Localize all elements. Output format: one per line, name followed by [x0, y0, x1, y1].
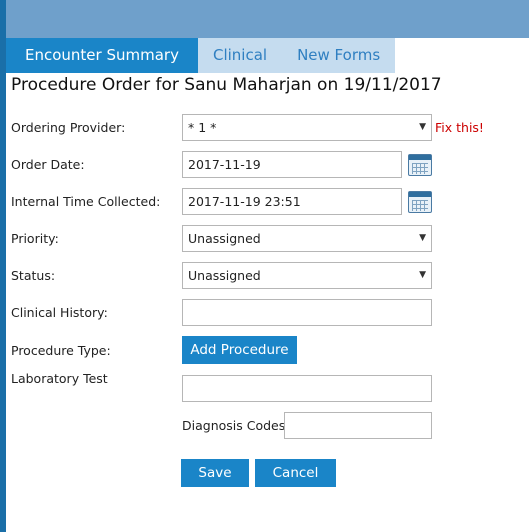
left-rail: [0, 0, 6, 532]
ordering-provider-select[interactable]: * 1 * ▼: [182, 114, 432, 141]
laboratory-test-input[interactable]: [182, 375, 432, 402]
status-value: Unassigned: [188, 268, 261, 283]
calendar-icon[interactable]: [408, 154, 432, 176]
order-date-input[interactable]: 2017-11-19: [182, 151, 402, 178]
tab-encounter-summary[interactable]: Encounter Summary: [6, 38, 198, 73]
ordering-provider-label: Ordering Provider:: [11, 120, 126, 135]
calendar-header: [409, 192, 431, 197]
priority-value: Unassigned: [188, 231, 261, 246]
status-select[interactable]: Unassigned ▼: [182, 262, 432, 289]
cancel-button[interactable]: Cancel: [255, 459, 336, 487]
save-button[interactable]: Save: [181, 459, 249, 487]
calendar-grid: [412, 163, 428, 174]
diagnosis-codes-input[interactable]: [284, 412, 432, 439]
page-title: Procedure Order for Sanu Maharjan on 19/…: [11, 75, 442, 95]
calendar-grid: [412, 200, 428, 211]
tab-bar: Encounter Summary Clinical New Forms: [6, 38, 396, 73]
laboratory-test-label: Laboratory Test: [11, 371, 108, 386]
calendar-header: [409, 155, 431, 160]
order-date-label: Order Date:: [11, 157, 85, 172]
internal-time-collected-input[interactable]: 2017-11-19 23:51: [182, 188, 402, 215]
tab-new-forms[interactable]: New Forms: [282, 38, 396, 73]
priority-select[interactable]: Unassigned ▼: [182, 225, 432, 252]
top-bar: [6, 0, 529, 38]
status-label: Status:: [11, 268, 56, 283]
ordering-provider-value: * 1 *: [188, 120, 217, 135]
clinical-history-label: Clinical History:: [11, 305, 108, 320]
chevron-down-icon: ▼: [419, 270, 426, 280]
clinical-history-input[interactable]: [182, 299, 432, 326]
priority-label: Priority:: [11, 231, 59, 246]
diagnosis-codes-label: Diagnosis Codes:: [182, 418, 290, 433]
tab-clinical[interactable]: Clinical: [197, 38, 283, 73]
procedure-type-label: Procedure Type:: [11, 343, 111, 358]
chevron-down-icon: ▼: [419, 233, 426, 243]
internal-time-collected-label: Internal Time Collected:: [11, 194, 161, 209]
chevron-down-icon: ▼: [419, 122, 426, 132]
ordering-provider-error: Fix this!: [435, 120, 484, 135]
add-procedure-button[interactable]: Add Procedure: [182, 336, 297, 364]
calendar-icon[interactable]: [408, 191, 432, 213]
